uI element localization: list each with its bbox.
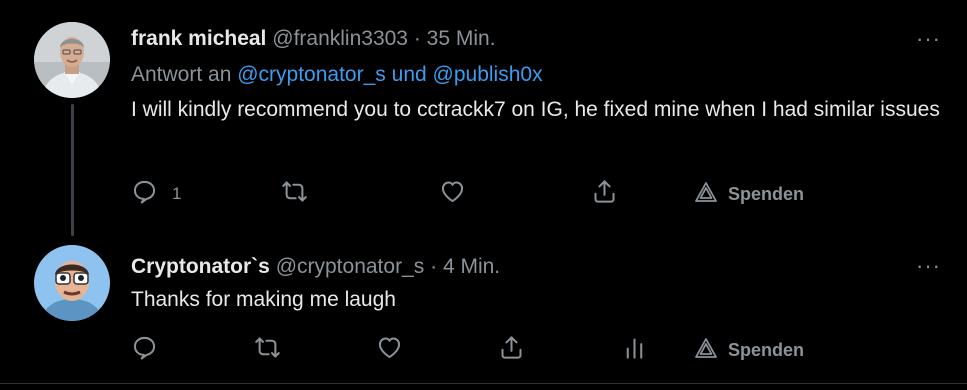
- more-options-icon[interactable]: ···: [916, 255, 941, 277]
- reply-button[interactable]: [131, 334, 158, 366]
- donate-button[interactable]: Spenden: [694, 180, 804, 209]
- display-name[interactable]: frank micheal: [131, 27, 266, 50]
- heart-icon: [376, 334, 403, 366]
- like-button[interactable]: [376, 334, 403, 366]
- reply-icon: [131, 334, 158, 366]
- mention-cryptonator[interactable]: @cryptonator_s: [237, 63, 386, 86]
- reply-and: und: [391, 63, 427, 86]
- tweet-cryptonator[interactable]: Cryptonator`s @cryptonator_s · 4 Min. ··…: [0, 236, 967, 384]
- reply-icon: [131, 178, 158, 210]
- retweet-icon: [254, 334, 281, 366]
- separator-dot: ·: [430, 255, 438, 278]
- donate-icon: [694, 180, 718, 209]
- avatar-photo-frank: [34, 22, 110, 98]
- divider: [0, 383, 967, 384]
- tweet-text: Thanks for making me laugh: [131, 288, 396, 311]
- display-name[interactable]: Cryptonator`s: [131, 255, 270, 278]
- donate-label: Spenden: [728, 184, 805, 204]
- donate-icon: [694, 336, 718, 365]
- like-button[interactable]: [439, 178, 466, 210]
- tweet-text: I will kindly recommend you to cctrackk7…: [131, 98, 940, 121]
- heart-icon: [439, 178, 466, 210]
- mention-publish0x[interactable]: @publish0x: [433, 63, 543, 86]
- avatar[interactable]: [34, 22, 110, 98]
- analytics-button[interactable]: [621, 334, 648, 366]
- analytics-icon: [621, 334, 648, 366]
- timestamp[interactable]: 4 Min.: [443, 255, 500, 278]
- timestamp[interactable]: 35 Min.: [427, 27, 496, 50]
- reply-context: Antwort an @cryptonator_s und @publish0x: [131, 63, 543, 87]
- tweet-actions: 1 Spenden: [0, 172, 967, 212]
- share-icon: [591, 178, 618, 210]
- avatar[interactable]: [34, 245, 110, 321]
- avatar-photo-cryptonator: [34, 245, 110, 321]
- share-button[interactable]: [498, 334, 525, 366]
- user-handle[interactable]: @cryptonator_s: [276, 255, 425, 278]
- retweet-button[interactable]: [281, 178, 308, 210]
- user-handle[interactable]: @franklin3303: [272, 27, 408, 50]
- donate-label: Spenden: [728, 340, 805, 360]
- tweet-header: Cryptonator`s @cryptonator_s · 4 Min.: [131, 255, 500, 279]
- reply-button[interactable]: 1: [131, 178, 181, 210]
- tweet-header: frank micheal @franklin3303 · 35 Min.: [131, 27, 496, 51]
- tweet-frank-micheal[interactable]: frank micheal @franklin3303 · 35 Min. ··…: [0, 0, 967, 236]
- tweet-actions: Spenden: [0, 328, 967, 368]
- share-icon: [498, 334, 525, 366]
- reply-count: 1: [172, 184, 182, 203]
- reply-prefix: Antwort an: [131, 63, 232, 86]
- share-button[interactable]: [591, 178, 618, 210]
- thread-line: [71, 104, 74, 236]
- donate-button[interactable]: Spenden: [694, 336, 804, 365]
- more-options-icon[interactable]: ···: [916, 28, 941, 50]
- retweet-icon: [281, 178, 308, 210]
- retweet-button[interactable]: [254, 334, 281, 366]
- separator-dot: ·: [413, 27, 421, 50]
